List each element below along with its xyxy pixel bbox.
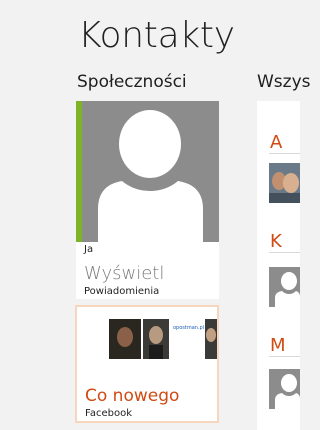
thumbnail-site-label: opostman.pl — [173, 325, 204, 331]
person-silhouette-icon — [98, 110, 203, 242]
all-contacts-list: A K M — [257, 101, 300, 430]
contact-avatar-placeholder[interactable] — [269, 267, 300, 307]
person-silhouette-icon — [275, 272, 300, 307]
me-subtitle: Powiadomienia — [84, 286, 160, 297]
whats-new-title: Co nowego — [85, 386, 180, 406]
group-divider — [269, 252, 300, 253]
group-letter-a[interactable]: A — [270, 132, 282, 153]
me-action: Wyświetl — [84, 263, 165, 284]
contact-avatar-placeholder[interactable] — [269, 369, 300, 409]
news-thumbnails: opostman.pl — [109, 319, 217, 359]
whats-new-subtitle: Facebook — [85, 408, 132, 419]
contact-photo — [269, 163, 300, 203]
person-silhouette-icon — [275, 374, 300, 409]
contact-avatar-photo[interactable] — [269, 163, 300, 203]
group-divider — [269, 356, 300, 357]
whats-new-tile[interactable]: opostman.pl Co nowego Facebook — [75, 305, 219, 423]
group-letter-m[interactable]: M — [270, 335, 286, 356]
section-title-all-contacts[interactable]: Wszys — [257, 72, 311, 92]
profile-placeholder — [82, 101, 219, 242]
app-title: Kontakty — [78, 15, 235, 56]
section-title-social[interactable]: Społeczności — [77, 72, 187, 92]
group-divider — [269, 153, 300, 154]
me-name: Ja — [84, 244, 94, 255]
group-letter-k[interactable]: K — [270, 231, 282, 252]
news-thumbnail-strip: opostman.pl — [79, 319, 217, 359]
me-tile[interactable]: Ja Wyświetl Powiadomienia — [76, 101, 219, 299]
